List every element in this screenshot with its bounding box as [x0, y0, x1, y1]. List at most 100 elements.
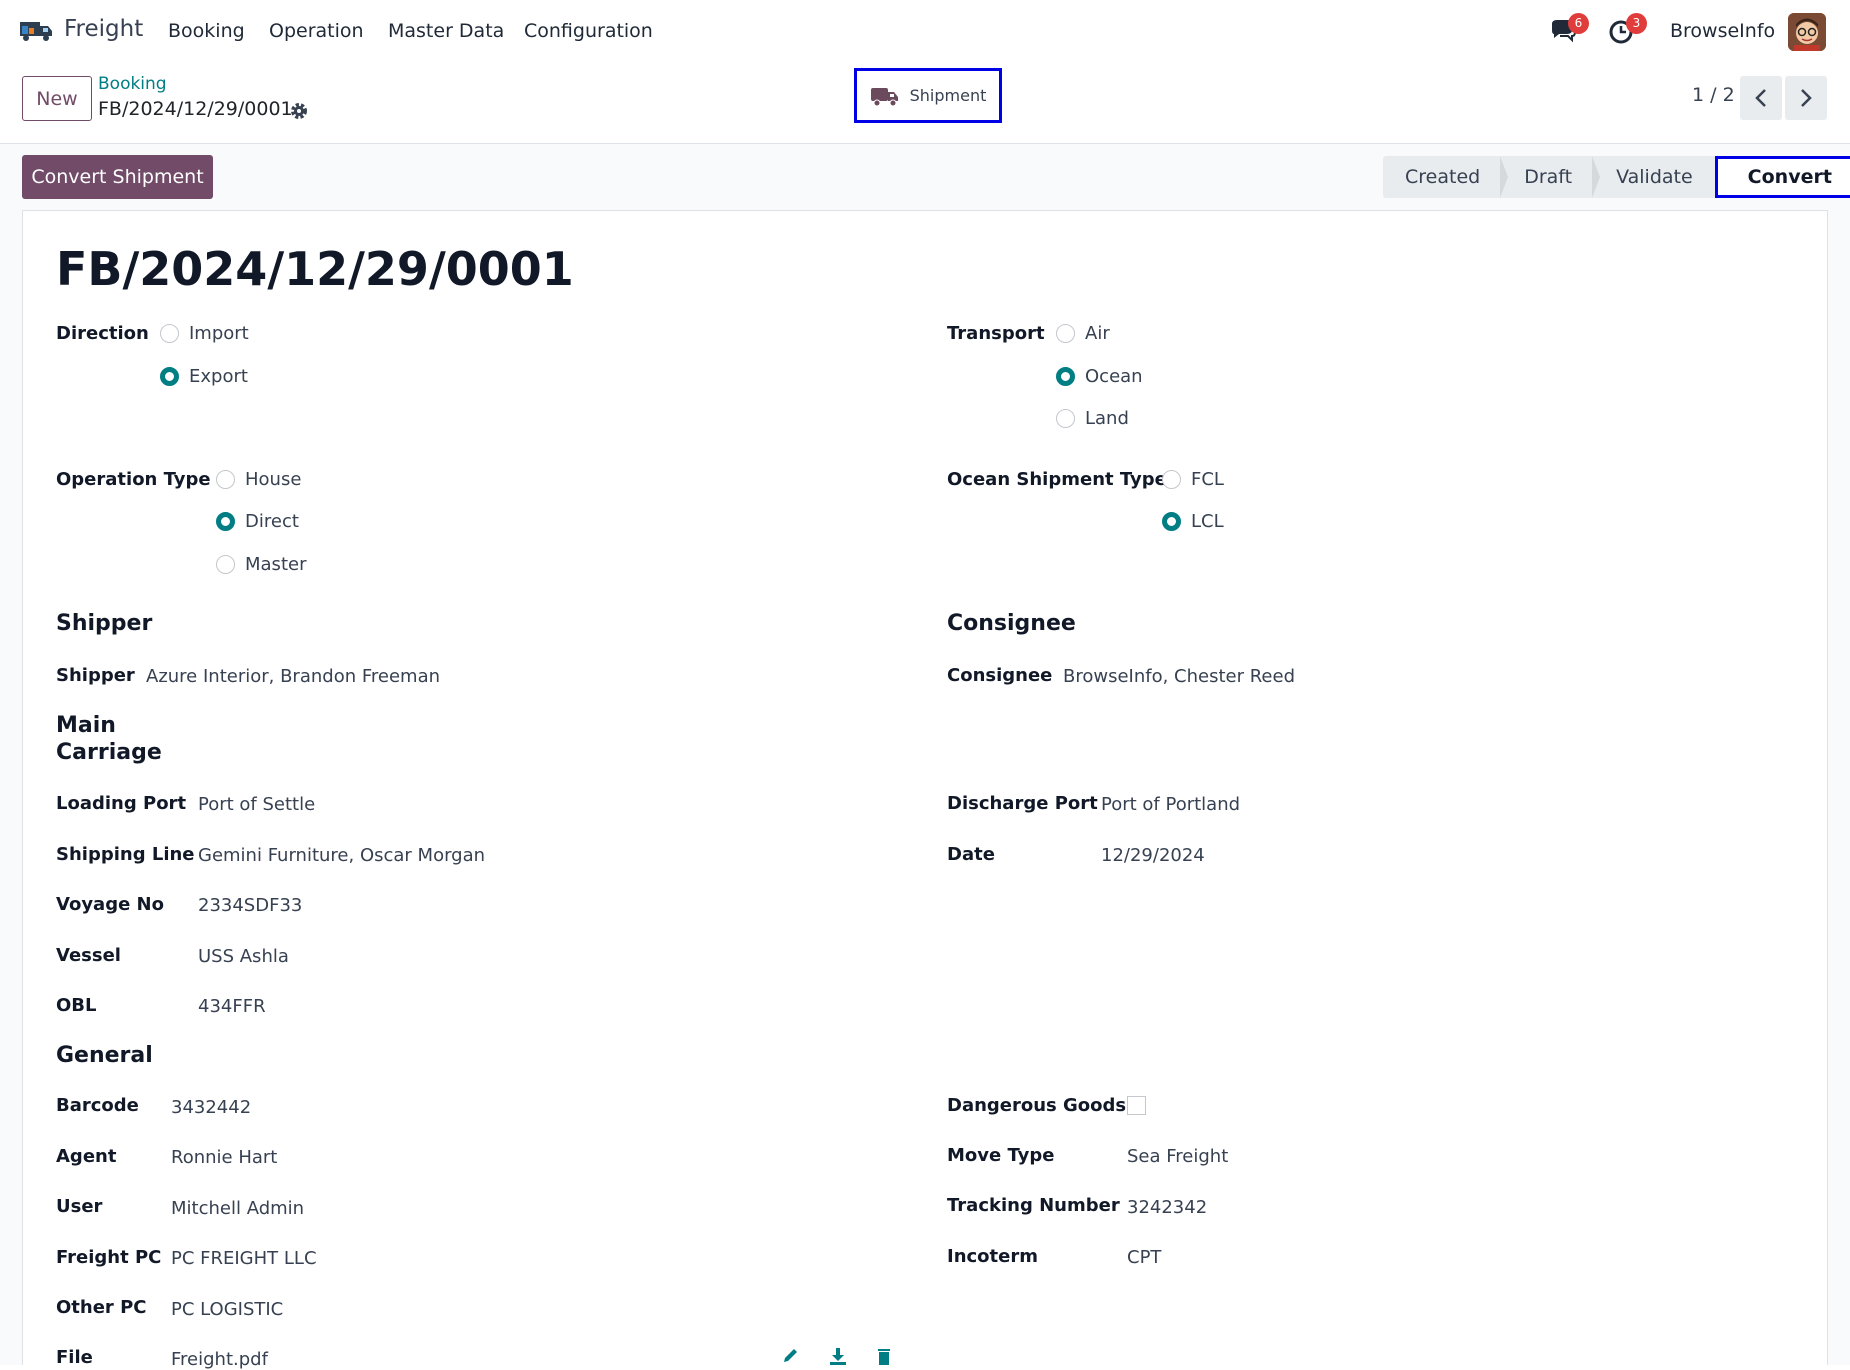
direction-import-radio[interactable]: Import	[160, 323, 249, 344]
radio-dot	[216, 470, 235, 489]
radio-dot	[160, 367, 179, 386]
radio-dot	[1056, 367, 1075, 386]
shipment-smart-button[interactable]: Shipment	[854, 68, 1002, 123]
user-value[interactable]: Mitchell Admin	[171, 1198, 304, 1219]
stage-created[interactable]: Created	[1383, 156, 1509, 198]
other-pc-value[interactable]: PC LOGISTIC	[171, 1299, 283, 1320]
form-sheet	[22, 210, 1828, 1365]
menu-booking[interactable]: Booking	[168, 20, 245, 42]
direction-export-radio[interactable]: Export	[160, 366, 248, 387]
ocean-lcl-radio[interactable]: LCL	[1162, 511, 1224, 532]
control-panel: New Booking FB/2024/12/29/0001 Shipment …	[0, 62, 1850, 144]
shipping-line-value[interactable]: Gemini Furniture, Oscar Morgan	[198, 845, 485, 866]
pager-value[interactable]: 1 / 2	[1692, 84, 1735, 106]
file-value[interactable]: Freight.pdf	[171, 1349, 268, 1370]
operation-type-label: Operation Type	[56, 469, 211, 490]
radio-label: Air	[1085, 323, 1110, 344]
freight-pc-label: Freight PC	[56, 1247, 162, 1268]
tracking-number-value[interactable]: 3242342	[1127, 1197, 1207, 1218]
operation-master-radio[interactable]: Master	[216, 554, 306, 575]
radio-label: LCL	[1191, 511, 1224, 532]
voyage-no-value[interactable]: 2334SDF33	[198, 895, 302, 916]
radio-dot	[1162, 512, 1181, 531]
move-type-label: Move Type	[947, 1145, 1055, 1166]
date-label: Date	[947, 844, 995, 865]
date-value[interactable]: 12/29/2024	[1101, 845, 1205, 866]
radio-label: House	[245, 469, 302, 490]
vessel-value[interactable]: USS Ashla	[198, 946, 289, 967]
trash-icon[interactable]	[874, 1347, 894, 1365]
transport-ocean-radio[interactable]: Ocean	[1056, 366, 1143, 387]
radio-dot	[216, 555, 235, 574]
user-name[interactable]: BrowseInfo	[1670, 20, 1775, 42]
dangerous-goods-label: Dangerous Goods	[947, 1095, 1127, 1116]
consignee-value[interactable]: BrowseInfo, Chester Reed	[1063, 666, 1295, 687]
shipment-smart-button-label: Shipment	[909, 86, 987, 105]
transport-label: Transport	[947, 323, 1045, 344]
truck-icon	[870, 87, 898, 106]
dangerous-goods-checkbox[interactable]	[1127, 1096, 1146, 1115]
user-label: User	[56, 1196, 103, 1217]
breadcrumb-booking[interactable]: Booking	[98, 74, 167, 94]
ocean-fcl-radio[interactable]: FCL	[1162, 469, 1224, 490]
agent-value[interactable]: Ronnie Hart	[171, 1147, 277, 1168]
radio-label: Import	[189, 323, 249, 344]
menu-configuration[interactable]: Configuration	[524, 20, 653, 42]
app-name[interactable]: Freight	[64, 16, 143, 42]
shipper-label: Shipper	[56, 665, 135, 686]
shipping-line-label: Shipping Line	[56, 844, 195, 865]
status-bar: Created Draft Validate Convert	[1383, 156, 1850, 198]
direction-label: Direction	[56, 323, 149, 344]
ocean-shipment-type-label: Ocean Shipment Type	[947, 469, 1167, 490]
menu-master-data[interactable]: Master Data	[388, 20, 504, 42]
main-carriage-section-title: Main Carriage	[56, 713, 162, 765]
radio-label: Export	[189, 366, 248, 387]
stage-validate[interactable]: Validate	[1594, 156, 1715, 198]
incoterm-label: Incoterm	[947, 1246, 1038, 1267]
freight-pc-value[interactable]: PC FREIGHT LLC	[171, 1248, 317, 1269]
freight-truck-icon[interactable]	[18, 16, 54, 44]
record-title: FB/2024/12/29/0001	[56, 242, 574, 296]
transport-air-radio[interactable]: Air	[1056, 323, 1110, 344]
incoterm-value[interactable]: CPT	[1127, 1247, 1161, 1268]
general-section-title: General	[56, 1043, 153, 1068]
gear-icon[interactable]	[288, 100, 310, 122]
convert-shipment-button[interactable]: Convert Shipment	[22, 155, 213, 199]
move-type-value[interactable]: Sea Freight	[1127, 1146, 1228, 1167]
stage-convert[interactable]: Convert	[1714, 156, 1850, 198]
barcode-label: Barcode	[56, 1095, 139, 1116]
consignee-section-title: Consignee	[947, 611, 1076, 636]
radio-label: Master	[245, 554, 307, 575]
activities-badge: 3	[1626, 13, 1647, 34]
operation-direct-radio[interactable]: Direct	[216, 511, 299, 532]
pencil-icon[interactable]	[781, 1347, 801, 1365]
obl-value[interactable]: 434FFR	[198, 996, 266, 1017]
discharge-port-label: Discharge Port	[947, 793, 1098, 814]
menu-operation[interactable]: Operation	[269, 20, 364, 42]
other-pc-label: Other PC	[56, 1297, 147, 1318]
obl-label: OBL	[56, 995, 97, 1016]
shipper-value[interactable]: Azure Interior, Brandon Freeman	[146, 666, 440, 687]
pager-previous-button[interactable]	[1740, 76, 1782, 120]
avatar[interactable]	[1788, 13, 1826, 51]
operation-house-radio[interactable]: House	[216, 469, 301, 490]
loading-port-label: Loading Port	[56, 793, 187, 814]
new-button[interactable]: New	[22, 76, 92, 121]
vessel-label: Vessel	[56, 945, 121, 966]
radio-label: Ocean	[1085, 366, 1143, 387]
chevron-left-icon	[1755, 89, 1766, 107]
radio-dot	[1162, 470, 1181, 489]
download-icon[interactable]	[828, 1347, 848, 1365]
radio-dot	[160, 324, 179, 343]
radio-dot	[1056, 324, 1075, 343]
radio-dot	[1056, 409, 1075, 428]
top-navbar: Freight Booking Operation Master Data Co…	[0, 0, 1850, 62]
loading-port-value[interactable]: Port of Settle	[198, 794, 315, 815]
radio-dot	[216, 512, 235, 531]
pager-next-button[interactable]	[1785, 76, 1827, 120]
stage-draft[interactable]: Draft	[1502, 156, 1600, 198]
transport-land-radio[interactable]: Land	[1056, 408, 1129, 429]
consignee-label: Consignee	[947, 665, 1053, 686]
barcode-value[interactable]: 3432442	[171, 1097, 251, 1118]
discharge-port-value[interactable]: Port of Portland	[1101, 794, 1240, 815]
